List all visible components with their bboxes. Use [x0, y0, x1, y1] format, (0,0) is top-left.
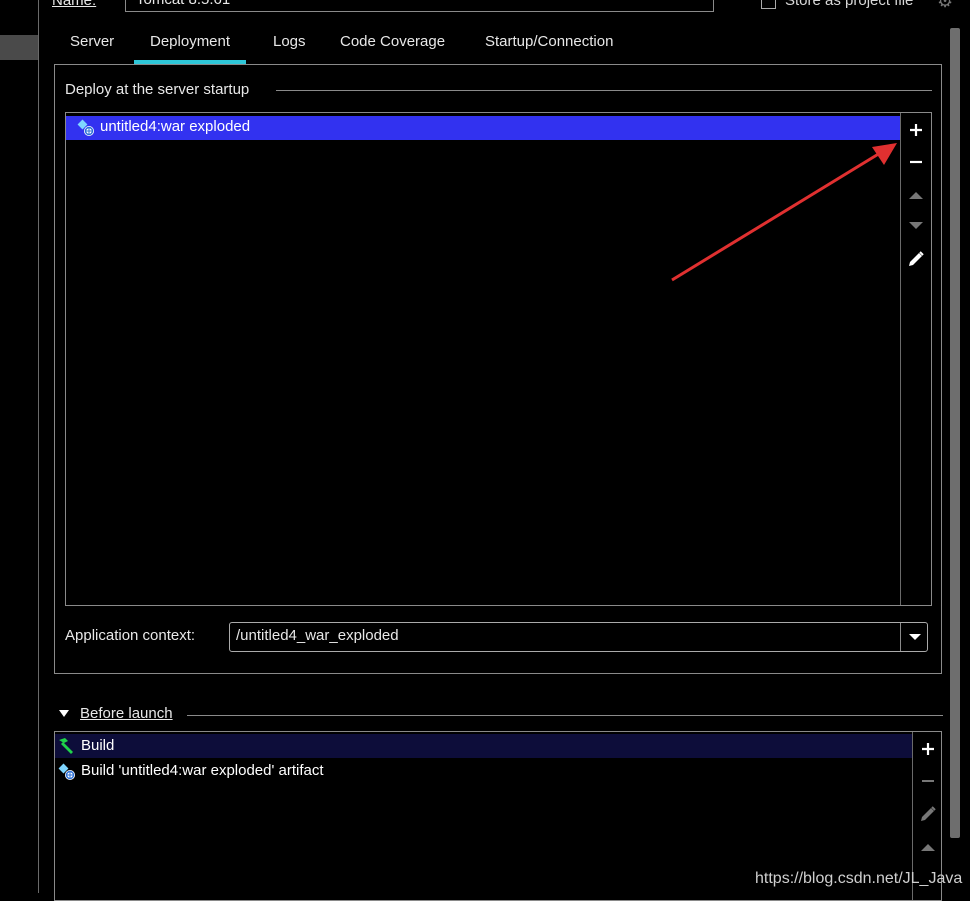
- before-launch-title[interactable]: Before launch: [80, 705, 173, 722]
- hammer-icon: [59, 738, 73, 754]
- before-launch-item-build: Build: [81, 737, 115, 754]
- down-icon: [909, 222, 923, 229]
- tab-server[interactable]: Server: [54, 28, 130, 64]
- tab-deployment[interactable]: Deployment: [134, 28, 247, 64]
- section-divider: [276, 90, 932, 91]
- move-down-button[interactable]: [901, 211, 931, 241]
- pencil-icon: [909, 251, 924, 266]
- tab-startup-connection[interactable]: Startup/Connection: [469, 28, 629, 64]
- tab-code-coverage[interactable]: Code Coverage: [324, 28, 461, 64]
- before-launch-divider: [187, 715, 943, 716]
- vertical-scrollbar[interactable]: [950, 28, 960, 838]
- chevron-down-icon[interactable]: [906, 629, 924, 645]
- store-as-project-checkbox[interactable]: [761, 0, 776, 9]
- sidebar-selected-item[interactable]: [0, 35, 38, 60]
- store-as-project-label: Store as project file: [785, 0, 914, 9]
- minus-icon: [922, 780, 934, 782]
- add-before-launch-button[interactable]: [913, 734, 943, 764]
- up-icon: [921, 844, 935, 851]
- add-deployment-button[interactable]: [901, 115, 931, 145]
- minus-icon: [910, 160, 922, 164]
- plus-icon: [922, 743, 934, 755]
- move-up-before-launch-button[interactable]: [913, 832, 943, 862]
- before-launch-item-artifact: Build 'untitled4:war exploded' artifact: [81, 762, 324, 779]
- edit-before-launch-button[interactable]: [913, 799, 943, 829]
- move-up-button[interactable]: [901, 180, 931, 210]
- edit-deployment-button[interactable]: [901, 244, 931, 274]
- tab-logs[interactable]: Logs: [257, 28, 322, 64]
- configurations-sidebar: [0, 0, 39, 893]
- deploy-section-title: Deploy at the server startup: [65, 81, 250, 98]
- annotation-arrow: [671, 143, 897, 282]
- remove-deployment-button[interactable]: [901, 147, 931, 177]
- deployment-item-label: untitled4:war exploded: [100, 118, 251, 135]
- application-context-label: Application context:: [65, 627, 196, 644]
- gear-icon[interactable]: ⚙: [937, 0, 953, 12]
- collapse-triangle-icon[interactable]: [58, 709, 70, 719]
- before-launch-item-selected[interactable]: [55, 734, 912, 758]
- war-exploded-artifact-icon: [77, 119, 94, 136]
- watermark-text: https://blog.csdn.net/JL_Java: [755, 870, 963, 887]
- application-context-value[interactable]: /untitled4_war_exploded: [236, 627, 399, 644]
- pencil-icon: [921, 806, 936, 821]
- artifact-icon: [58, 763, 75, 780]
- name-label: Name:: [52, 0, 97, 9]
- combobox-divider: [900, 623, 901, 651]
- remove-before-launch-button[interactable]: [913, 766, 943, 796]
- plus-icon: [910, 124, 922, 136]
- up-icon: [909, 192, 923, 199]
- name-input[interactable]: Tomcat 8.5.61: [125, 0, 714, 12]
